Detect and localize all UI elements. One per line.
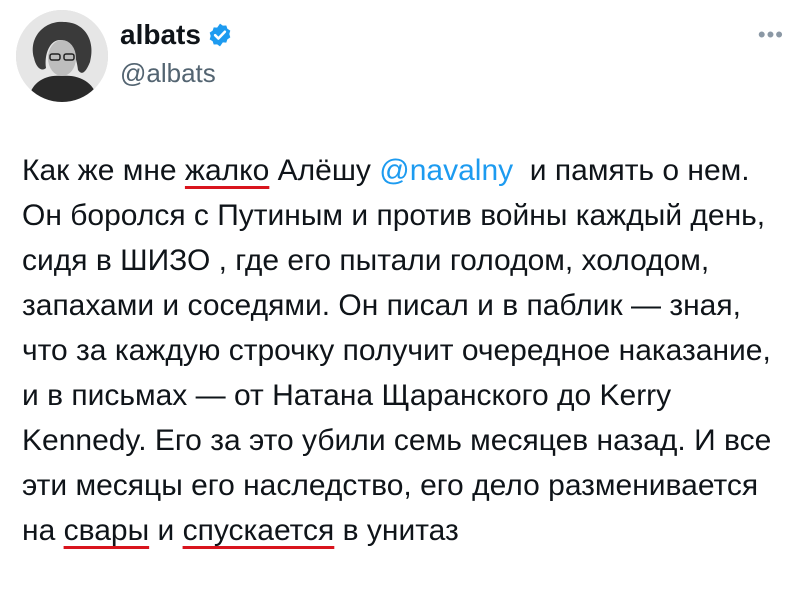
tweet-text: Как же мне жалко Алёшу @navalny и память… [22,148,792,553]
profile-photo-icon [16,10,108,102]
underlined-word: свары [63,514,150,547]
tweet-text-segment: и память о нем. Он боролся с Путиным и п… [22,154,780,547]
tweet-text-segment: Как же мне [22,154,185,187]
handle[interactable]: @albats [120,56,233,90]
avatar[interactable] [16,10,108,102]
tweet-header: albats @albats ••• [16,10,784,102]
underlined-word: жалко [184,154,270,187]
verified-badge-icon [209,23,231,47]
tweet-text-segment: и [149,514,183,547]
display-name-row: albats [120,18,233,52]
account-names: albats @albats [120,18,233,90]
tweet-text-segment: в унитаз [334,514,459,547]
tweet-text-segment: Алёшу [269,154,380,187]
display-name[interactable]: albats [120,18,201,52]
mention-link[interactable]: @navalny [379,154,513,187]
more-options-icon[interactable]: ••• [758,22,784,48]
underlined-word: спускается [182,514,335,547]
